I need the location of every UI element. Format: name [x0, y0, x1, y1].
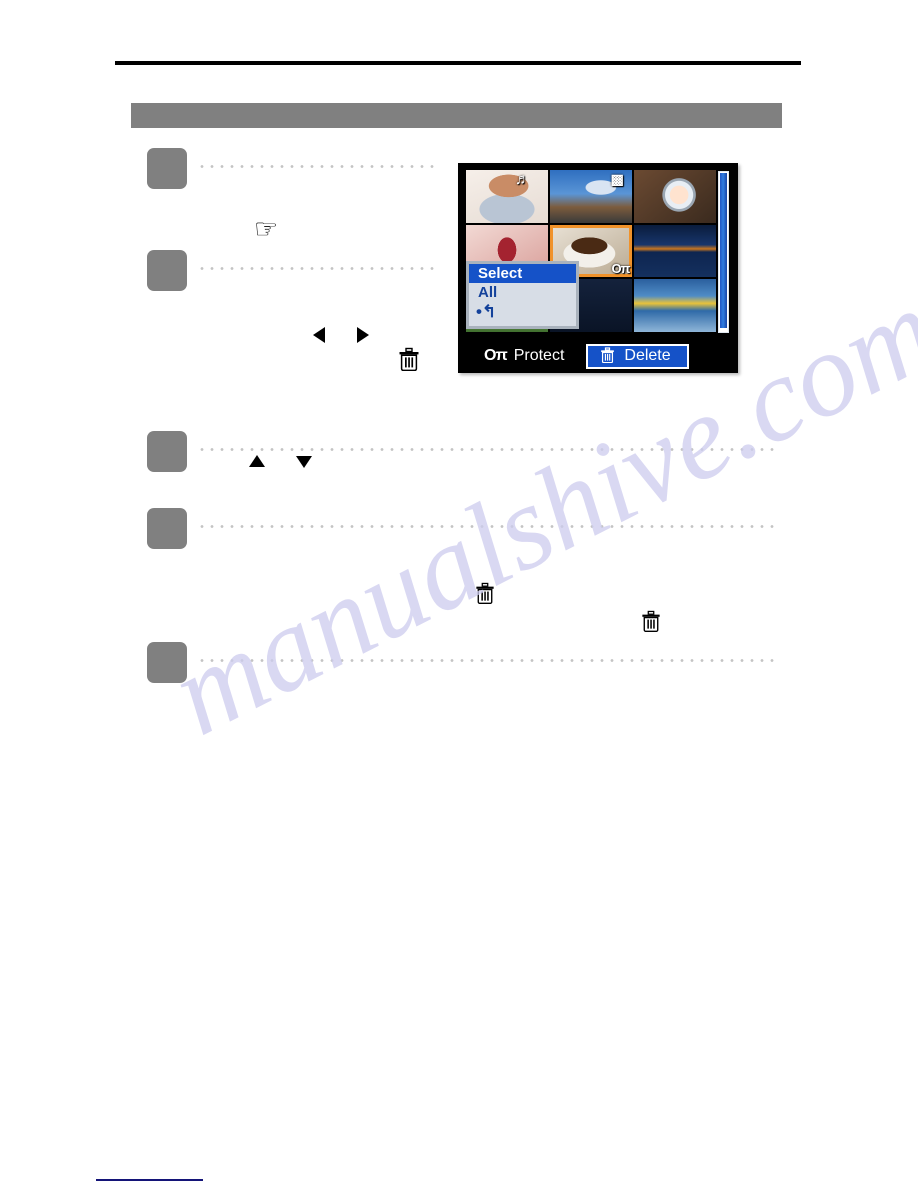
- thumb-city-night[interactable]: [634, 224, 716, 278]
- step-2-dotted-line: [197, 267, 440, 270]
- arrow-up-icon: [249, 455, 265, 467]
- step-4-marker: [147, 508, 187, 549]
- protect-label: Protect: [513, 347, 565, 364]
- popup-item-return[interactable]: •↰: [469, 302, 576, 321]
- step-5-dotted-line: [197, 659, 775, 662]
- delete-button[interactable]: Delete: [586, 343, 689, 369]
- popup-item-select[interactable]: Select: [469, 264, 576, 283]
- arrow-left-icon: [313, 327, 325, 343]
- step-1-dotted-line: [197, 165, 440, 168]
- step-3-marker: [147, 431, 187, 472]
- trash-icon-lcd: [600, 346, 615, 366]
- manual-page: ☞ ♬ ▩ Oπ Select All •↰ Oπ Protect Delete…: [0, 0, 918, 1188]
- trash-icon-step-4b: [641, 610, 661, 632]
- step-3-dotted-line: [197, 448, 775, 451]
- protect-button[interactable]: Oπ Protect: [484, 347, 564, 365]
- step-5-marker: [147, 642, 187, 683]
- header-rule: [115, 61, 801, 65]
- section-banner: [131, 103, 782, 128]
- movie-clip-icon: ▩: [610, 171, 624, 188]
- thumb-boat-ride[interactable]: [634, 279, 716, 332]
- trash-icon-step-2: [398, 347, 420, 371]
- step-4-dotted-line: [197, 525, 775, 528]
- lcd-status-bar: Oπ Protect Delete: [458, 343, 738, 369]
- popup-item-all[interactable]: All: [469, 283, 576, 302]
- arrow-right-icon: [357, 327, 369, 343]
- key-lock-icon: Oπ: [484, 347, 508, 364]
- step-1-marker: [147, 148, 187, 189]
- trash-icon-step-4a: [475, 582, 495, 604]
- footer-link-rule: [96, 1179, 203, 1181]
- lcd-scrollbar[interactable]: [718, 171, 729, 333]
- delete-label: Delete: [624, 347, 671, 364]
- arrow-down-icon: [296, 456, 312, 468]
- protect-lock-icon: Oπ: [611, 261, 630, 277]
- step-2-marker: [147, 250, 187, 291]
- thumb-baby[interactable]: ♬: [466, 170, 548, 223]
- voice-memo-icon: ♬: [514, 171, 530, 189]
- thumb-tree[interactable]: ▩: [550, 170, 632, 223]
- thumb-porthole[interactable]: [634, 170, 716, 223]
- camera-lcd-screenshot: ♬ ▩ Oπ Select All •↰ Oπ Protect Delete: [458, 163, 738, 373]
- lcd-scrollbar-thumb[interactable]: [720, 173, 727, 329]
- delete-popup-menu: Select All •↰: [466, 261, 579, 329]
- pointing-hand-icon: ☞: [254, 214, 279, 244]
